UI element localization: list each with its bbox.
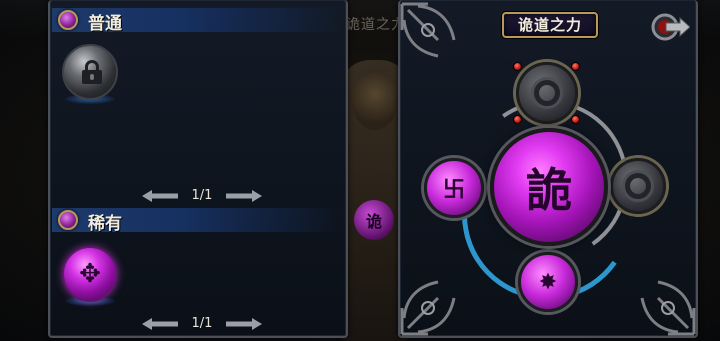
pager-text-common: 1/1: [191, 188, 213, 203]
ornament-corner-icon: [640, 280, 696, 336]
background-statue-head: [352, 70, 398, 130]
rune-icon: ✸: [538, 269, 558, 295]
pager-rare: 1/1: [132, 314, 272, 334]
talent-node-center[interactable]: 詭: [490, 128, 608, 246]
talent-node-bottom[interactable]: ✸: [518, 252, 578, 312]
section-title-rare: 稀有: [88, 214, 122, 234]
red-gem-icon: [571, 115, 580, 124]
rare-slot-orb[interactable]: ✥: [62, 246, 118, 302]
locked-slot-orb[interactable]: [62, 44, 118, 100]
purple-gem-icon: [58, 210, 78, 230]
talent-title-badge: 诡道之力: [502, 12, 598, 38]
background-orb-glyph: 诡: [365, 212, 382, 231]
red-gem-icon: [571, 62, 580, 71]
center-node-glyph: 詭: [526, 163, 572, 217]
red-gem-icon: [513, 115, 522, 124]
rune-icon: 卐: [442, 178, 465, 203]
talent-node-right[interactable]: [610, 158, 666, 214]
lock-icon: [82, 60, 102, 84]
talent-node-top[interactable]: [516, 62, 578, 124]
section-title-common: 普通: [88, 14, 122, 34]
arrow-right-icon[interactable]: [226, 318, 262, 330]
pager-common: 1/1: [132, 186, 272, 206]
section-header-rare: 稀有: [52, 208, 342, 234]
red-gem-icon: [513, 62, 522, 71]
pager-text-rare: 1/1: [191, 316, 213, 331]
section-header-common: 普通: [52, 8, 342, 34]
background-title: 诡道之力: [346, 17, 406, 33]
arrow-right-icon[interactable]: [226, 190, 262, 202]
talent-title: 诡道之力: [517, 16, 582, 34]
talent-node-left[interactable]: 卐: [424, 158, 484, 218]
rune-icon: ✥: [79, 259, 101, 289]
gear-icon: [519, 65, 575, 121]
exit-arrow-icon[interactable]: [650, 10, 690, 44]
ornament-corner-icon: [400, 2, 456, 58]
gear-icon: [613, 161, 663, 211]
ornament-corner-icon: [400, 280, 456, 336]
purple-gem-icon: [58, 10, 78, 30]
